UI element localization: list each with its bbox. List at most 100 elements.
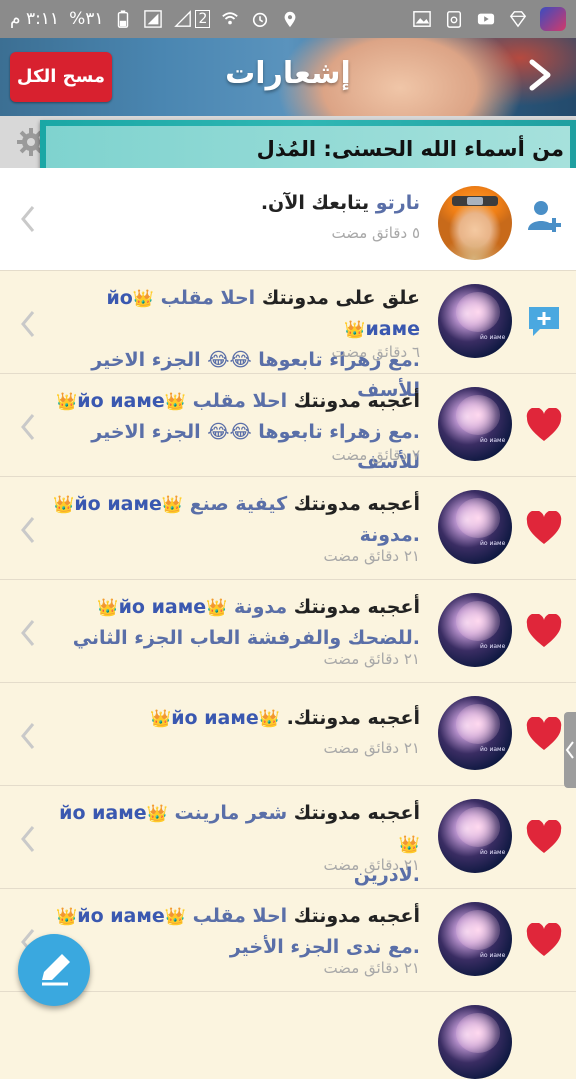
status-time: ٣:١١ م — [10, 9, 60, 29]
crown-icon: 👑 — [164, 907, 186, 927]
timestamp: ٦ دقائق مضت — [331, 343, 420, 361]
heart-icon[interactable] — [526, 923, 562, 959]
notification-row[interactable]: йо иаме أعجبه مدونتك احلا مقلب 👑йо иаме👑… — [0, 374, 576, 477]
blog-title[interactable]: احلا مقلب — [193, 390, 288, 412]
alarm-icon — [253, 12, 268, 28]
blog-title[interactable]: احلا مقلب — [161, 287, 256, 309]
avatar[interactable] — [438, 186, 512, 260]
heart-icon[interactable] — [526, 820, 562, 856]
chevron-left-icon[interactable] — [20, 412, 36, 442]
crown-icon: 👑 — [146, 804, 168, 824]
timestamp: ٢١ دقائق مضت — [323, 739, 420, 757]
crown-icon: 👑 — [398, 835, 420, 855]
username[interactable]: йо иаме — [59, 802, 147, 824]
action-text: أعجبه مدونتك — [293, 802, 420, 824]
heart-icon[interactable] — [526, 511, 562, 547]
action-text: أعجبه مدونتك — [293, 390, 420, 412]
avatar[interactable] — [438, 1005, 512, 1079]
diamond-icon — [509, 11, 527, 28]
notification-text: نارتو يتابعك الآن. — [46, 188, 420, 218]
status-bar: ٣:١١ م %٣١ 2 — [0, 0, 576, 38]
chevron-left-icon[interactable] — [20, 204, 36, 234]
avatar[interactable]: йо иаме — [438, 902, 512, 976]
chevron-left-icon[interactable] — [20, 721, 36, 751]
username[interactable]: йо иаме — [77, 905, 165, 927]
username[interactable]: йо иаме — [171, 707, 259, 729]
crown-icon: 👑 — [164, 392, 186, 412]
location-icon — [285, 11, 296, 28]
action-text: أعجبه مدونتك — [293, 905, 420, 927]
chevron-left-icon[interactable] — [20, 618, 36, 648]
chevron-left-icon[interactable] — [20, 309, 36, 339]
blog-title[interactable]: كيفية صنع — [190, 493, 287, 515]
avatar[interactable]: йо иаме — [438, 696, 512, 770]
compose-button[interactable] — [18, 934, 90, 1006]
avatar[interactable]: йо иаме — [438, 387, 512, 461]
crown-icon: 👑 — [344, 320, 366, 340]
heart-icon[interactable] — [526, 408, 562, 444]
avatar[interactable]: йо иаме — [438, 593, 512, 667]
notification-row[interactable]: йо иаме أعجبه مدونتك مدونة 👑йо иаме👑 .لل… — [0, 580, 576, 683]
banner-text: من أسماء الله الحسنى: المُذل — [256, 137, 564, 161]
chevron-left-icon[interactable] — [20, 824, 36, 854]
crown-icon: 👑 — [132, 289, 154, 309]
crown-icon: 👑 — [150, 709, 172, 729]
heart-icon[interactable] — [526, 614, 562, 650]
chevron-left-icon[interactable] — [20, 515, 36, 545]
add-user-icon[interactable] — [526, 198, 562, 234]
timestamp: ٢١ دقائق مضت — [323, 856, 420, 874]
notification-row[interactable]: йо иаме أعجبه مدونتك شعر مارينت 👑йо иаме… — [0, 786, 576, 889]
blog-title-cont: .للضحك والفرفشة العاب الجزء الثاني — [72, 627, 420, 649]
side-drawer-handle[interactable] — [564, 712, 576, 788]
gallery-icon — [413, 11, 431, 27]
notification-row[interactable]: йо иаме أعجبه مدونتك كيفية صنع 👑йо иаме👑… — [0, 477, 576, 580]
crown-icon: 👑 — [258, 709, 280, 729]
crown-icon: 👑 — [56, 392, 78, 412]
action-text: أعجبه مدونتك — [293, 596, 420, 618]
blog-title-cont: .مدونة — [359, 524, 420, 546]
notification-text: أعجبه مدونتك شعر مارينت 👑йо иаме👑 .لادري… — [46, 798, 420, 890]
username[interactable]: йо иаме — [77, 390, 165, 412]
blog-title[interactable]: احلا مقلب — [193, 905, 288, 927]
clear-all-button[interactable]: مسح الكل — [10, 52, 112, 102]
blog-title[interactable]: شعر مارينت — [174, 802, 287, 824]
notification-row[interactable]: йо иаме أعجبه مدونتك. 👑йо иаме👑 ٢١ دقائق… — [0, 683, 576, 786]
timestamp: ٢١ دقائق مضت — [323, 959, 420, 977]
username[interactable]: йо иаме — [119, 596, 207, 618]
signal-icon — [144, 10, 163, 28]
notification-text: أعجبه مدونتك احلا مقلب 👑йо иаме👑 .مع ندى… — [46, 901, 420, 962]
heart-icon[interactable] — [526, 717, 562, 753]
avatar[interactable]: йо иаме — [438, 284, 512, 358]
timestamp: ٢١ دقائق مضت — [323, 650, 420, 668]
app-notification-icon — [540, 7, 566, 31]
avatar[interactable]: йо иаме — [438, 490, 512, 564]
avatar[interactable]: йо иаме — [438, 799, 512, 873]
blog-title[interactable]: مدونة — [234, 596, 287, 618]
crown-icon: 👑 — [56, 907, 78, 927]
recycle-icon — [446, 11, 462, 28]
crown-icon: 👑 — [97, 598, 119, 618]
crown-icon: 👑 — [53, 495, 75, 515]
chevron-left-small-icon — [565, 741, 574, 759]
banner-body: من أسماء الله الحسنى: المُذل — [46, 126, 570, 172]
action-text: أعجبه مدونتك. — [286, 707, 420, 729]
timestamp: ٧ دقائق مضت — [331, 446, 420, 464]
timestamp: ٢١ دقائق مضت — [323, 547, 420, 565]
notification-row[interactable]: نارتو يتابعك الآن. ٥ دقائق مضت — [0, 168, 576, 271]
username[interactable]: نارتو — [376, 192, 420, 214]
battery-icon — [118, 10, 129, 28]
notification-row[interactable]: йо иаме علق على مدونتك احلا مقلب 👑йо иам… — [0, 271, 576, 401]
pencil-icon — [42, 954, 70, 986]
battery-percent: %٣١ — [69, 9, 104, 29]
action-text: يتابعك الآن. — [260, 192, 370, 214]
crown-icon: 👑 — [161, 495, 184, 515]
comment-icon[interactable] — [526, 303, 562, 339]
username[interactable]: йо иаме — [74, 493, 162, 515]
sim-indicator: 2 — [173, 10, 211, 28]
status-right — [412, 7, 566, 31]
sim-number: 2 — [195, 10, 211, 28]
notification-text: أعجبه مدونتك مدونة 👑йо иаме👑 .للضحك والف… — [46, 592, 420, 653]
status-left: ٣:١١ م %٣١ 2 — [10, 9, 300, 29]
wifi-icon — [222, 12, 239, 25]
crown-icon: 👑 — [206, 598, 228, 618]
